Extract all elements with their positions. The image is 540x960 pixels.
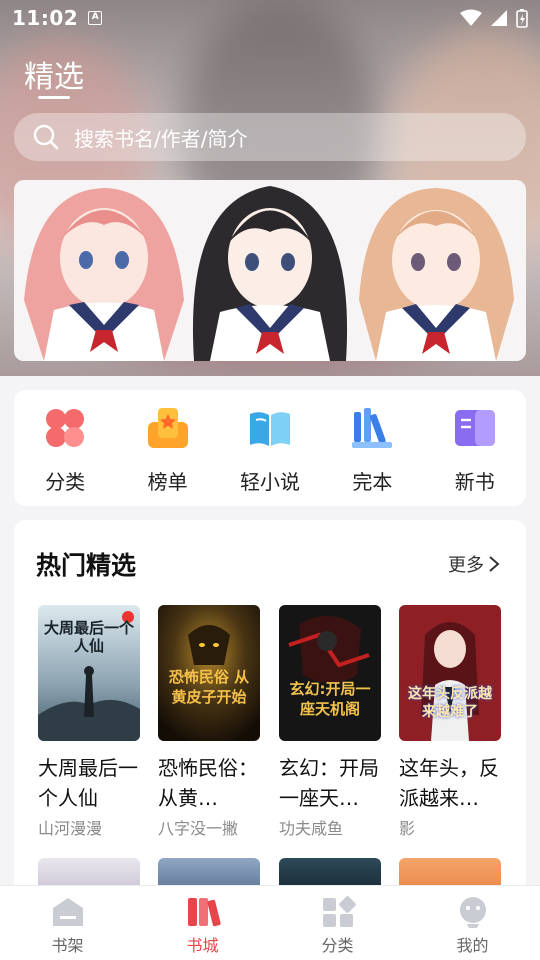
book-cover: 恐怖民俗 从黄皮子开始 (158, 605, 260, 741)
signal-icon (491, 10, 507, 26)
bookshelf-icon (52, 898, 83, 926)
book-author: 功夫咸鱼 (279, 819, 344, 838)
notification-icon: A (88, 11, 103, 25)
shortcut-label: 新书 (454, 470, 495, 494)
tab-profile[interactable]: 我的 (405, 886, 540, 960)
book-author: 影 (399, 819, 416, 838)
tab-bookshelf[interactable]: 书架 (0, 886, 135, 960)
cover-title: 恐怖民俗 从黄皮子开始 (168, 668, 250, 706)
shortcut-category[interactable]: 分类 (25, 406, 105, 506)
search-placeholder: 搜索书名/作者/简介 (74, 126, 248, 151)
book-card[interactable]: 玄幻:开局一座天机阁 玄幻：开局一座天… 功夫咸鱼 (279, 605, 383, 839)
category-shortcuts: 分类 榜单 轻小说 完本 新书 (14, 390, 526, 506)
grid-icon (322, 896, 356, 927)
promo-banner[interactable] (14, 180, 526, 361)
shortcut-new-books[interactable]: 新书 (435, 406, 515, 506)
hot-picks-section: 热门精选 更多 大周最后一个人仙 大周最后一个人仙 山河漫漫 恐怖民俗 从黄皮子… (14, 520, 526, 900)
shortcut-label: 分类 (45, 470, 86, 494)
search-input[interactable]: 搜索书名/作者/简介 (14, 113, 526, 161)
more-label: 更多 (448, 555, 484, 576)
light-novel-icon (248, 406, 292, 450)
chevron-right-icon (489, 556, 500, 572)
completed-icon (350, 406, 394, 450)
shortcut-ranking[interactable]: 榜单 (128, 406, 208, 506)
battery-icon (516, 9, 528, 28)
search-icon (33, 124, 59, 150)
book-title: 这年头，反派越来… (399, 756, 499, 810)
book-title: 玄幻：开局一座天… (279, 756, 379, 810)
bookstore-icon (187, 898, 221, 927)
section-title: 热门精选 (36, 551, 137, 580)
tab-label: 我的 (456, 936, 489, 955)
tab-categories[interactable]: 分类 (270, 886, 405, 960)
shortcut-completed[interactable]: 完本 (332, 406, 412, 506)
book-cover: 大周最后一个人仙 (38, 605, 140, 741)
book-card[interactable]: 这年头反派越来越难了 这年头，反派越来… 影 (399, 605, 503, 839)
book-card[interactable]: 恐怖民俗 从黄皮子开始 恐怖民俗：从黄… 八字没一撇 (158, 605, 262, 839)
category-icon (43, 406, 87, 450)
new-book-icon (453, 406, 497, 450)
shortcut-light-novel[interactable]: 轻小说 (230, 406, 310, 506)
book-cover: 玄幻:开局一座天机阁 (279, 605, 381, 741)
page-title[interactable]: 精选 (24, 52, 84, 96)
tab-label: 分类 (321, 936, 354, 955)
tab-bookstore[interactable]: 书城 (135, 886, 270, 960)
book-author: 山河漫漫 (38, 819, 103, 838)
book-title: 大周最后一个人仙 (38, 756, 138, 810)
shortcut-label: 榜单 (147, 470, 188, 494)
tab-indicator (38, 96, 70, 99)
ranking-icon (146, 406, 190, 450)
banner-illustration (14, 180, 526, 361)
status-bar: 11:02 A (0, 0, 540, 36)
profile-icon (459, 897, 486, 928)
wifi-icon (460, 9, 482, 26)
book-cover: 这年头反派越来越难了 (399, 605, 501, 741)
cover-title: 这年头反派越来越难了 (408, 686, 492, 720)
cover-title: 大周最后一个人仙 (44, 619, 135, 655)
cover-title: 玄幻:开局一座天机阁 (289, 680, 371, 718)
tab-label: 书架 (51, 936, 84, 955)
book-author: 八字没一撇 (158, 819, 239, 838)
book-title: 恐怖民俗：从黄… (158, 756, 258, 810)
shortcut-label: 轻小说 (239, 470, 300, 494)
more-link[interactable]: 更多 (448, 551, 500, 577)
bottom-tab-bar: 书架 书城 分类 我的 (0, 885, 540, 960)
status-time: 11:02 (12, 6, 79, 30)
tab-label: 书城 (186, 936, 219, 955)
shortcut-label: 完本 (352, 470, 393, 494)
book-card[interactable]: 大周最后一个人仙 大周最后一个人仙 山河漫漫 (38, 605, 142, 839)
